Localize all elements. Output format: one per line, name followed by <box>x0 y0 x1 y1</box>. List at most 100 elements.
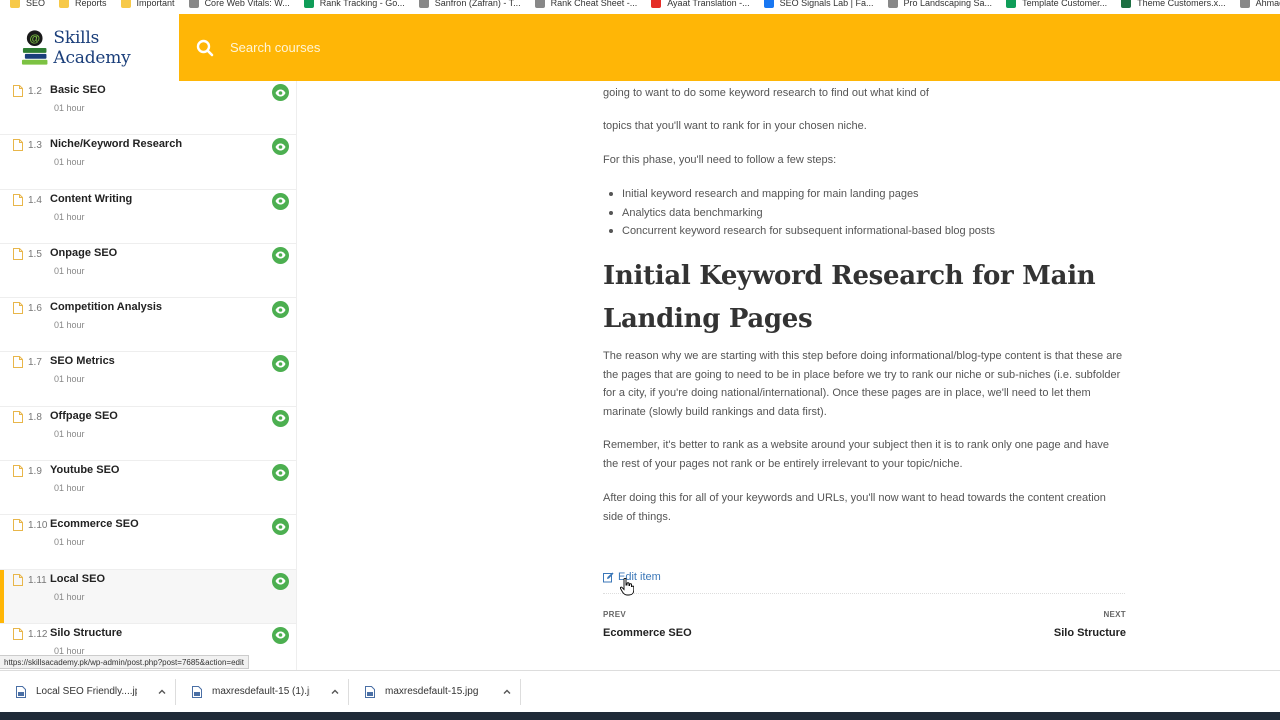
download-item[interactable]: maxresdefault-15 (1).jpg <box>176 678 349 705</box>
bookmark-label: Sanfron (Zafran) - T... <box>434 0 521 8</box>
document-icon <box>13 302 23 315</box>
youtube-icon <box>651 0 662 8</box>
chevron-up-icon[interactable] <box>330 687 340 697</box>
site-icon <box>1239 0 1250 8</box>
prev-lesson-link[interactable]: Ecommerce SEO <box>603 624 692 643</box>
lesson-duration: 01 hour <box>54 374 85 385</box>
bookmark-item[interactable]: Ahmad Ali <box>1239 0 1280 14</box>
bookmark-item[interactable]: Rank Tracking - Go... <box>303 0 405 14</box>
site-icon <box>418 0 429 8</box>
preview-eye-icon[interactable] <box>272 464 289 482</box>
content-paragraph: For this phase, you'll need to follow a … <box>603 154 837 166</box>
svg-text:@: @ <box>29 33 40 45</box>
image-file-icon <box>365 685 375 698</box>
preview-eye-icon[interactable] <box>272 84 289 101</box>
bookmark-label: Ahmad Ali <box>1255 0 1280 8</box>
lesson-item[interactable]: 1.6 Competition Analysis 01 hour <box>0 298 296 353</box>
image-file-icon <box>192 685 202 698</box>
bookmark-item[interactable]: Important <box>120 0 175 14</box>
bookmark-item[interactable]: Theme Customers.x... <box>1121 0 1226 14</box>
lesson-item[interactable]: 1.9 Youtube SEO 01 hour <box>0 461 296 516</box>
lesson-title: Offpage SEO <box>50 409 118 422</box>
lesson-item[interactable]: 1.2 Basic SEO 01 hour <box>0 81 296 136</box>
content-paragraph: After doing this for all of your keyword… <box>603 492 1106 523</box>
bookmark-item[interactable]: SEO Signals Lab | Fa... <box>763 0 874 14</box>
next-lesson-link[interactable]: Silo Structure <box>1054 624 1126 643</box>
preview-eye-icon[interactable] <box>272 246 289 264</box>
header-bar <box>179 14 1280 81</box>
site-logo[interactable]: @ Skills Academy <box>0 14 179 81</box>
bookmark-item[interactable]: Sanfron (Zafran) - T... <box>418 0 521 14</box>
lesson-item[interactable]: 1.11 Local SEO 01 hour <box>0 569 296 624</box>
preview-eye-icon[interactable] <box>272 192 289 210</box>
document-icon <box>13 519 23 532</box>
download-item[interactable]: Local SEO Friendly....jpg <box>0 678 176 705</box>
next-label: NEXT <box>1103 610 1126 619</box>
bookmark-label: Template Customer... <box>1022 0 1108 8</box>
preview-eye-icon[interactable] <box>272 409 289 427</box>
content-paragraph: Remember, it's better to rank as a websi… <box>603 439 1109 470</box>
lesson-title: Content Writing <box>50 192 133 205</box>
lesson-number: 1.12 <box>28 628 48 640</box>
preview-eye-icon[interactable] <box>272 301 289 319</box>
preview-eye-icon[interactable] <box>272 626 289 644</box>
lesson-number: 1.5 <box>28 248 42 260</box>
lesson-title: Local SEO <box>50 572 106 585</box>
chevron-up-icon[interactable] <box>502 687 512 697</box>
bookmark-item[interactable]: Pro Landscaping Sa... <box>887 0 992 14</box>
bookmark-label: Rank Cheat Sheet -... <box>550 0 638 8</box>
steps-list: Initial keyword research and mapping for… <box>603 185 995 241</box>
download-filename: maxresdefault-15 (1).jpg <box>212 686 310 697</box>
lesson-duration: 01 hour <box>54 428 85 439</box>
preview-eye-icon[interactable] <box>272 355 289 373</box>
bookmark-item[interactable]: Ayaat Translation -... <box>651 0 750 14</box>
document-icon <box>13 627 23 640</box>
logo-icon: @ <box>21 29 48 65</box>
bookmark-item[interactable]: Reports <box>59 0 107 14</box>
preview-eye-icon[interactable] <box>272 572 289 590</box>
bookmark-label: Reports <box>75 0 107 8</box>
lesson-title: Onpage SEO <box>50 246 118 259</box>
bookmarks-bar: SEO Reports Important Core Web Vitals: W...… <box>0 0 1280 14</box>
content-paragraph: topics that you'll want to rank for in y… <box>603 120 867 132</box>
site-icon <box>534 0 545 8</box>
bookmark-item[interactable]: Rank Cheat Sheet -... <box>534 0 638 14</box>
lesson-duration: 01 hour <box>54 591 85 602</box>
lesson-duration: 01 hour <box>54 320 85 331</box>
lesson-item[interactable]: 1.4 Content Writing 01 hour <box>0 190 296 244</box>
lesson-item[interactable]: 1.7 SEO Metrics 01 hour <box>0 352 296 407</box>
bookmark-item[interactable]: Core Web Vitals: W... <box>188 0 290 14</box>
image-file-icon <box>16 685 26 698</box>
lesson-item[interactable]: 1.5 Onpage SEO 01 hour <box>0 244 296 299</box>
divider <box>603 593 1125 594</box>
browser-window: SEO Reports Important Core Web Vitals: W...… <box>0 0 1280 720</box>
preview-eye-icon[interactable] <box>272 518 289 536</box>
lesson-duration: 01 hour <box>54 483 85 494</box>
folder-icon <box>120 0 131 8</box>
download-filename: Local SEO Friendly....jpg <box>36 686 137 697</box>
bookmark-item[interactable]: SEO <box>10 0 45 14</box>
folder-icon <box>59 0 70 8</box>
sheets-icon <box>1006 0 1017 8</box>
lesson-title: Niche/Keyword Research <box>50 138 183 151</box>
chevron-up-icon[interactable] <box>157 687 167 697</box>
download-item[interactable]: maxresdefault-15.jpg <box>349 678 521 705</box>
document-icon <box>13 247 23 260</box>
bookmark-item[interactable]: Template Customer... <box>1006 0 1107 14</box>
lesson-item[interactable]: 1.10 Ecommerce SEO 01 hour <box>0 515 296 570</box>
windows-taskbar <box>0 712 1280 720</box>
lesson-title: SEO Metrics <box>50 355 115 368</box>
sheets-icon <box>303 0 314 8</box>
bookmark-label: Core Web Vitals: W... <box>204 0 290 8</box>
lesson-number: 1.2 <box>28 86 42 97</box>
lesson-item[interactable]: 1.3 Niche/Keyword Research 01 hour <box>0 135 296 190</box>
preview-eye-icon[interactable] <box>272 138 289 156</box>
lesson-duration: 01 hour <box>54 537 85 548</box>
search-input[interactable] <box>230 40 630 55</box>
excel-icon <box>1121 0 1132 8</box>
lesson-number: 1.11 <box>28 574 47 586</box>
site-icon <box>188 0 199 8</box>
lesson-item[interactable]: 1.8 Offpage SEO 01 hour <box>0 407 296 462</box>
list-item: Initial keyword research and mapping for… <box>603 185 995 204</box>
search-icon[interactable] <box>196 39 214 57</box>
